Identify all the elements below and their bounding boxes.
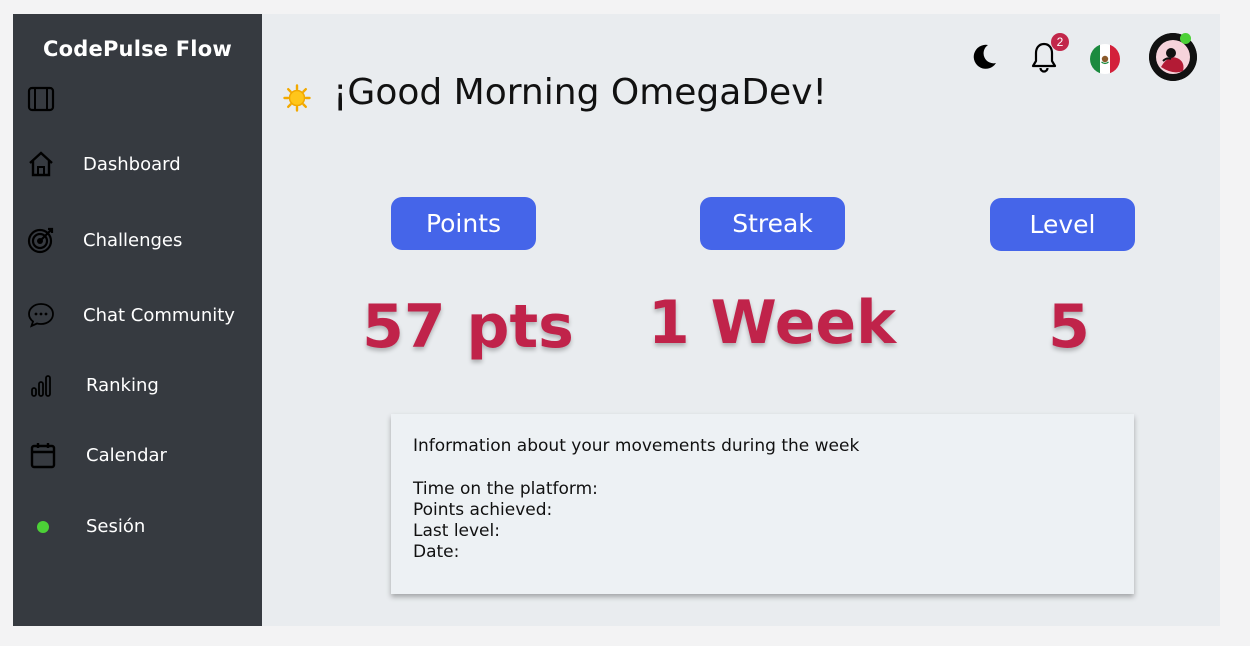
points-value: 57 pts (362, 292, 574, 362)
level-label-button[interactable]: Level (990, 198, 1135, 251)
sidebar-item-chat-community[interactable]: Chat Community (13, 293, 262, 337)
weekly-info-panel: Information about your movements during … (391, 414, 1134, 594)
sidebar-item-label: Sesión (86, 516, 146, 537)
app-title: CodePulse Flow (43, 37, 232, 61)
streak-label-button[interactable]: Streak (700, 197, 845, 250)
sidebar-item-challenges[interactable]: Challenges (13, 218, 262, 262)
info-row-time: Time on the platform: (413, 479, 598, 499)
home-icon (27, 150, 55, 178)
sidebar-item-label: Dashboard (83, 154, 181, 175)
sun-icon (283, 84, 311, 117)
app-window: CodePulse Flow Dashboard Challenges Chat… (13, 14, 1220, 626)
info-heading: Information about your movements during … (413, 436, 860, 456)
sidebar-item-label: Challenges (83, 230, 183, 251)
sidebar-item-ranking[interactable]: Ranking (13, 363, 262, 407)
sidebar-item-calendar[interactable]: Calendar (13, 433, 262, 477)
sidebar-toggle-icon[interactable] (27, 86, 55, 117)
status-dot-icon (29, 512, 57, 540)
sidebar-item-label: Chat Community (83, 305, 235, 326)
main-content: ¡Good Morning OmegaDev! 2 Points Streak … (262, 14, 1220, 626)
sidebar-item-label: Ranking (86, 375, 159, 396)
calendar-icon (29, 441, 57, 469)
chat-bubble-icon (27, 301, 55, 329)
sidebar-item-session[interactable]: Sesión (13, 504, 262, 548)
sidebar-item-dashboard[interactable]: Dashboard (13, 142, 262, 186)
level-value: 5 (1048, 292, 1090, 362)
dark-mode-moon-icon[interactable] (969, 42, 999, 72)
bar-chart-icon (27, 371, 55, 399)
online-status-dot (1180, 33, 1191, 44)
sidebar: CodePulse Flow Dashboard Challenges Chat… (13, 14, 262, 626)
notification-badge: 2 (1051, 33, 1069, 51)
mexico-flag-icon[interactable] (1089, 43, 1121, 75)
streak-value: 1 Week (648, 288, 896, 358)
info-row-points: Points achieved: (413, 500, 553, 520)
sidebar-item-label: Calendar (86, 445, 167, 466)
info-row-date: Date: (413, 542, 460, 562)
points-label-button[interactable]: Points (391, 197, 536, 250)
greeting-title: ¡Good Morning OmegaDev! (333, 72, 827, 113)
target-icon (27, 226, 55, 254)
info-row-last-level: Last level: (413, 521, 500, 541)
